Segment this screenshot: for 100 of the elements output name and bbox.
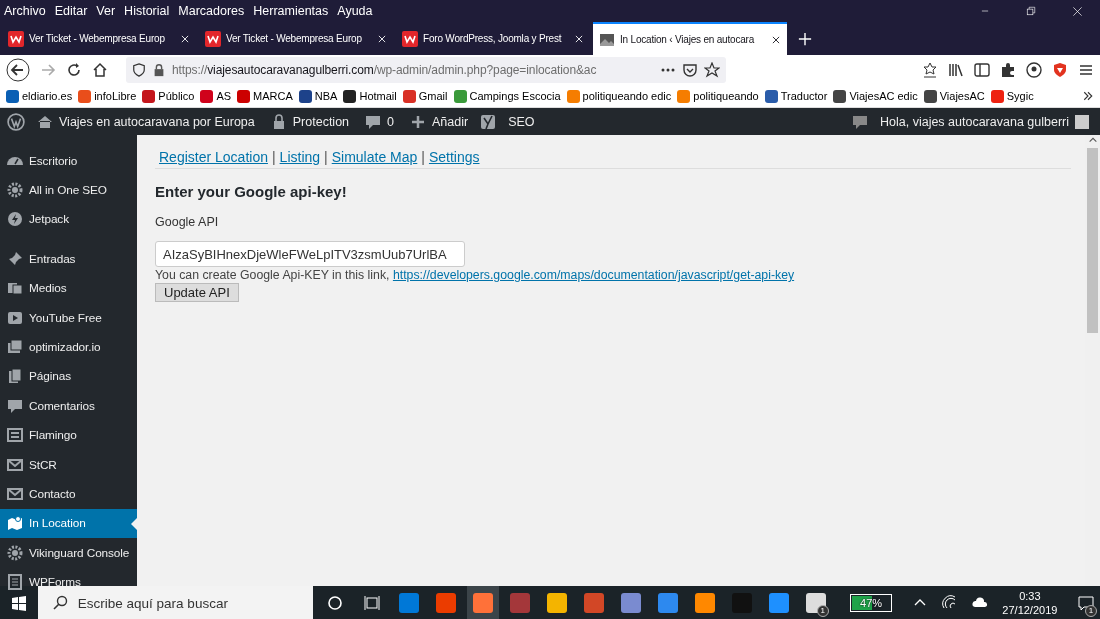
- sidebar-item[interactable]: optimizador.io: [0, 332, 137, 362]
- speech-bubble-icon: [852, 113, 868, 130]
- home-icon: [92, 62, 108, 78]
- form-icon: [7, 574, 23, 591]
- lock-icon: [152, 63, 166, 77]
- gear-icon: [7, 544, 23, 561]
- menu-item[interactable]: Herramientas: [253, 4, 329, 18]
- favicon-icon: [200, 89, 214, 103]
- star-icon: [704, 62, 720, 78]
- browser-tab[interactable]: Ver Ticket - Webempresa Europ: [2, 22, 196, 55]
- update-api-button[interactable]: Update API: [155, 283, 239, 302]
- browser-tab[interactable]: Ver Ticket - Webempresa Europ: [199, 22, 393, 55]
- protection-link[interactable]: Protection: [266, 113, 354, 130]
- pocket-icon: [682, 62, 698, 78]
- api-key-link[interactable]: https://developers.google.com/maps/documentation/javascript/get-api-key: [392, 268, 795, 282]
- sidebar-item[interactable]: YouTube Free: [0, 302, 137, 333]
- w-logo-icon: [8, 30, 24, 47]
- close-icon: [180, 33, 190, 44]
- speech-bubble-icon: [365, 113, 382, 130]
- windows-logo-icon: [10, 595, 27, 611]
- bookmark[interactable]: eldiario.es: [6, 89, 73, 103]
- tab-title: Ver Ticket - Webempresa Europ: [226, 33, 363, 44]
- bookmark[interactable]: Traductor: [764, 89, 828, 103]
- restore-icon: [1026, 6, 1036, 16]
- comments-link[interactable]: 0: [361, 113, 398, 130]
- favicon-icon: [764, 89, 778, 103]
- site-link[interactable]: Viajes en autocaravana por Europa: [33, 113, 259, 130]
- photo-favicon-icon: [599, 31, 615, 48]
- menu-item[interactable]: Editar: [54, 4, 88, 18]
- nav-link[interactable]: Settings: [428, 149, 480, 165]
- bookmark[interactable]: ViajesAC edic: [833, 89, 918, 103]
- menu-item[interactable]: Archivo: [4, 4, 46, 18]
- favicon-icon: [566, 89, 580, 103]
- bookmark[interactable]: Campings Escocia: [453, 89, 561, 103]
- caret-up-icon: [1087, 135, 1098, 145]
- favicon-icon: [343, 89, 357, 103]
- favicon-icon: [237, 89, 251, 103]
- bookmark[interactable]: infoLibre: [78, 89, 137, 103]
- address-bar[interactable]: https://viajesautocaravanagulberri.com/wp-admin/admin.php?page=inlocation&ac: [126, 57, 726, 83]
- menu-item[interactable]: Ver: [96, 4, 116, 18]
- map-icon: [7, 515, 23, 532]
- sidebar-item[interactable]: Comentarios: [0, 391, 137, 421]
- sidebar-item[interactable]: StCR: [0, 449, 137, 480]
- bookmark[interactable]: MARCA: [237, 89, 293, 103]
- sidebar-item[interactable]: Contacto: [0, 479, 137, 509]
- favicon-icon: [6, 89, 19, 103]
- y-logo-icon: [480, 113, 497, 130]
- sidebar-item[interactable]: Entradas: [0, 244, 137, 274]
- browser-tab[interactable]: In Location ‹ Viajes en autocara: [593, 22, 787, 55]
- nav-link[interactable]: Listing: [279, 149, 321, 165]
- back-icon: [6, 58, 30, 82]
- browser-tab[interactable]: Foro WordPress, Joomla y Prest: [396, 22, 590, 55]
- images-icon: [7, 280, 23, 297]
- sidebar-item[interactable]: Vikinguard Console: [0, 538, 137, 568]
- help-text: You can create Google Api-KEY in this link, https://developers.google.com/maps/documentation/javascript/get-api-key: [155, 268, 796, 282]
- separator: |: [421, 149, 425, 165]
- bookmark[interactable]: Sygic: [990, 89, 1034, 103]
- sidebar-item[interactable]: Medios: [0, 273, 137, 303]
- sidebar-item[interactable]: Escritorio: [0, 146, 137, 176]
- notification-button[interactable]: 1: [1071, 586, 1100, 619]
- task-view-icon: [363, 595, 380, 611]
- shield-icon: [1052, 62, 1068, 78]
- bookmark[interactable]: AS: [200, 89, 232, 103]
- account-link[interactable]: Hola, viajes autocaravana gulberri: [876, 114, 1093, 129]
- nav-link[interactable]: Register Location: [159, 149, 268, 165]
- tab-title: Ver Ticket - Webempresa Europ: [29, 33, 166, 44]
- wordpress-logo-icon: [7, 112, 25, 131]
- api-key-field[interactable]: AIzaSyBIHnexDjeWleFWeLpITV3zsmUub7UrlBA: [155, 241, 465, 267]
- list-icon: [7, 427, 23, 444]
- home-icon: [37, 113, 53, 130]
- search-icon: [51, 595, 68, 611]
- reload-icon: [66, 62, 82, 78]
- url-text: https://viajesautocaravanagulberri.com/wp-admin/admin.php?page=inlocation&ac: [172, 63, 598, 77]
- menu-item[interactable]: Marcadores: [178, 4, 245, 18]
- clock[interactable]: 0:33 27/12/2019: [1002, 589, 1058, 617]
- taskbar-search-field[interactable]: Escribe aquí para buscar: [37, 586, 313, 619]
- bookmark[interactable]: politiqueando edic: [566, 89, 672, 103]
- sidebar-item[interactable]: Jetpack: [0, 204, 137, 235]
- tab-title: In Location ‹ Viajes en autocara: [620, 34, 756, 45]
- sidebar-item[interactable]: All in One SEO: [0, 175, 137, 205]
- bookmark[interactable]: Hotmail: [343, 89, 397, 103]
- taskbar-app-icon[interactable]: [466, 586, 499, 619]
- scrollbar[interactable]: [1085, 135, 1100, 586]
- bookmark[interactable]: Público: [142, 89, 195, 103]
- sidebar-item[interactable]: In Location: [0, 508, 137, 539]
- bookmark[interactable]: NBA: [298, 89, 338, 103]
- seo-link[interactable]: SEO: [504, 114, 539, 129]
- sidebar-item[interactable]: Páginas: [0, 361, 137, 392]
- tab-title: Foro WordPress, Joomla y Prest: [423, 33, 563, 44]
- menu-item[interactable]: Historial: [124, 4, 170, 18]
- sidebar-item[interactable]: Flamingo: [0, 420, 137, 450]
- bookmark[interactable]: politiqueando: [677, 89, 759, 103]
- bookmark[interactable]: ViajesAC: [923, 89, 985, 103]
- nav-link[interactable]: Simulate Map: [331, 149, 418, 165]
- separator: |: [271, 149, 276, 165]
- play-icon: [7, 309, 23, 326]
- menu-item[interactable]: Ayuda: [337, 4, 373, 18]
- favicon-icon: [453, 89, 467, 103]
- bookmark[interactable]: Gmail: [402, 89, 448, 103]
- add-new-link[interactable]: Añadir: [406, 113, 473, 130]
